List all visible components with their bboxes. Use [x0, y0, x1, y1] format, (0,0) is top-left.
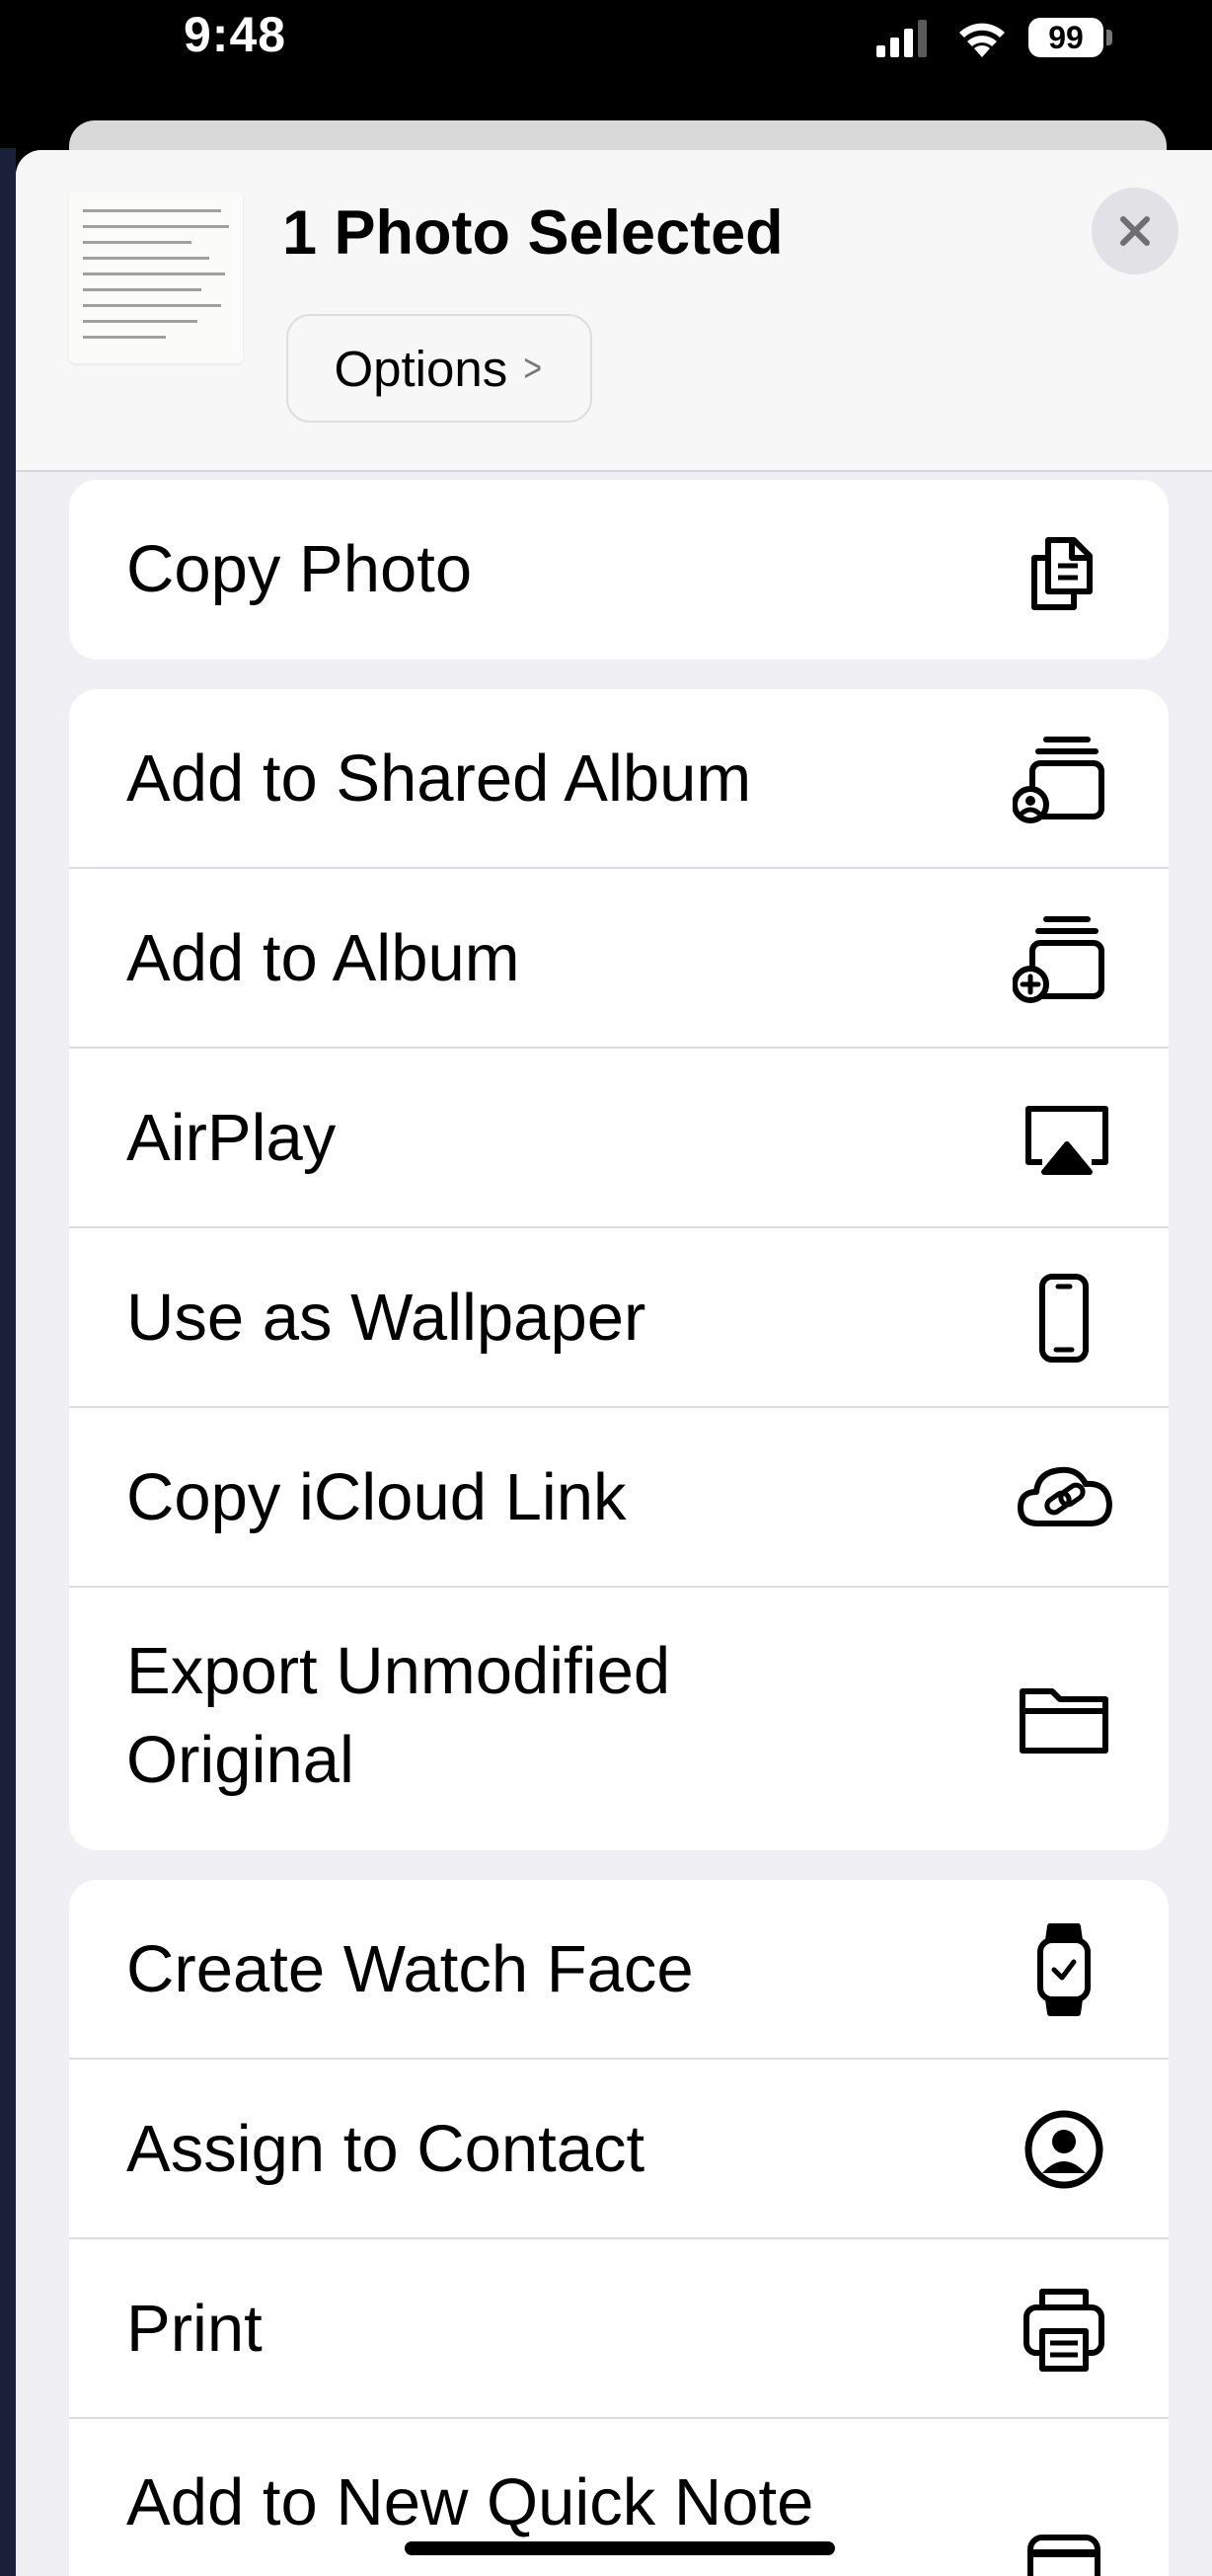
shared-album-icon: [1013, 737, 1104, 823]
cellular-signal-icon: [876, 20, 927, 57]
action-label: AirPlay: [126, 1101, 337, 1175]
close-button[interactable]: [1092, 188, 1178, 274]
action-assign-to-contact[interactable]: Assign to Contact: [69, 2060, 1169, 2239]
action-label: Export Unmodified Original: [126, 1634, 671, 1797]
status-bar: 9:48 99: [0, 0, 1212, 89]
action-label: Copy Photo: [126, 532, 473, 606]
share-sheet: 1 Photo Selected Options > Copy Photo Ad…: [16, 150, 1212, 2576]
action-group-1: Copy Photo: [69, 480, 1169, 660]
chevron-right-icon: >: [523, 346, 543, 390]
action-create-watch-face[interactable]: Create Watch Face: [69, 1880, 1169, 2060]
action-export-unmodified-original[interactable]: Export Unmodified Original: [69, 1588, 1169, 1850]
background-edge: [0, 148, 16, 2576]
close-icon: [1120, 216, 1150, 246]
battery-level: 99: [1028, 18, 1103, 57]
options-label: Options: [334, 340, 508, 397]
folder-icon: [1020, 1688, 1108, 1754]
options-button[interactable]: Options >: [286, 314, 592, 423]
home-indicator[interactable]: [405, 2541, 835, 2555]
action-label: Add to Album: [126, 921, 520, 995]
add-album-icon: [1013, 916, 1104, 1003]
icloud-link-icon: [1018, 1466, 1112, 1526]
action-label: Use as Wallpaper: [126, 1281, 646, 1355]
airplay-icon: [1025, 1106, 1108, 1175]
phone-icon: [1039, 1274, 1089, 1363]
printer-icon: [1023, 2289, 1104, 2372]
action-label: Add to New Quick Note: [126, 2465, 814, 2539]
battery-tip: [1106, 30, 1112, 45]
action-label: Assign to Contact: [126, 2112, 645, 2186]
action-label: Add to Shared Album: [126, 742, 752, 816]
action-copy-icloud-link[interactable]: Copy iCloud Link: [69, 1408, 1169, 1588]
sheet-title: 1 Photo Selected: [282, 198, 784, 268]
watch-icon: [1037, 1923, 1091, 2016]
photo-thumbnail: [69, 192, 243, 363]
action-group-2: Add to Shared Album Add to Album AirPlay…: [69, 689, 1169, 1850]
share-sheet-header: 1 Photo Selected Options >: [16, 150, 1212, 472]
action-add-to-album[interactable]: Add to Album: [69, 869, 1169, 1049]
quick-note-icon: [1027, 2535, 1100, 2576]
action-label: Copy iCloud Link: [126, 1460, 627, 1534]
contact-icon: [1024, 2110, 1103, 2189]
action-use-as-wallpaper[interactable]: Use as Wallpaper: [69, 1228, 1169, 1408]
action-label: Create Watch Face: [126, 1932, 694, 2006]
battery-icon: 99: [1028, 16, 1113, 59]
copy-icon: [1031, 537, 1093, 610]
action-add-to-shared-album[interactable]: Add to Shared Album: [69, 689, 1169, 869]
action-group-3: Create Watch Face Assign to Contact Prin…: [69, 1880, 1169, 2576]
wifi-icon: [959, 23, 1005, 57]
action-airplay[interactable]: AirPlay: [69, 1049, 1169, 1228]
status-time: 9:48: [184, 7, 287, 62]
action-label: Print: [126, 2292, 263, 2366]
action-print[interactable]: Print: [69, 2239, 1169, 2419]
action-copy-photo[interactable]: Copy Photo: [69, 480, 1169, 660]
